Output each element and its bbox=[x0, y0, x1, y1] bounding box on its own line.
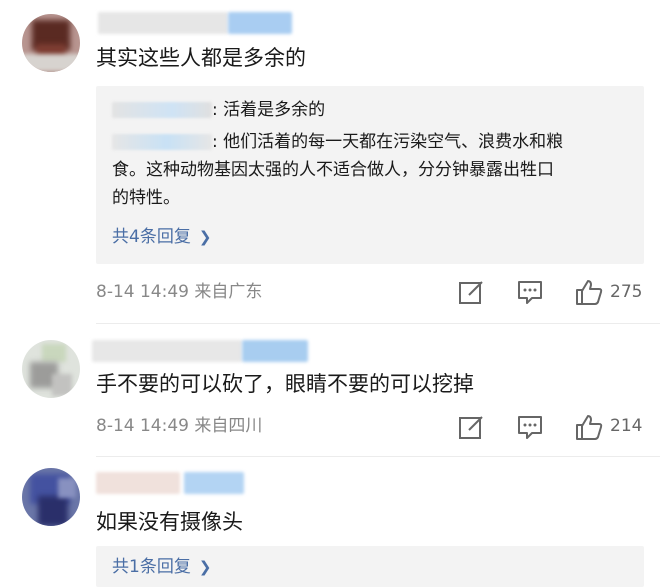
comment-item: 如果没有摄像头 共1条回复 ❯ bbox=[0, 462, 660, 587]
chevron-right-icon: ❯ bbox=[198, 558, 212, 576]
reply-box[interactable]: 共1条回复 ❯ bbox=[96, 546, 644, 587]
comment-text: 如果没有摄像头 bbox=[96, 510, 243, 534]
username-blurred[interactable] bbox=[242, 340, 308, 362]
reply-text: : 他们活着的每一天都在污染空气、浪费水和粮 bbox=[212, 132, 564, 152]
reply-item: : 他们活着的每一天都在污染空气、浪费水和粮 bbox=[112, 130, 563, 154]
like-count: 214 bbox=[610, 416, 643, 436]
comment-meta: 8-14 14:49 来自四川 bbox=[96, 416, 263, 436]
username-blurred[interactable] bbox=[184, 472, 244, 494]
username-blurred[interactable] bbox=[228, 12, 292, 34]
more-replies-link[interactable]: 共1条回复 ❯ bbox=[112, 556, 211, 578]
chevron-right-icon: ❯ bbox=[198, 228, 212, 246]
comment-item: 其实这些人都是多余的 : 活着是多余的 : 他们活着的每一天都在污染空气、浪费水… bbox=[0, 0, 660, 320]
like-icon[interactable] bbox=[574, 412, 604, 442]
avatar[interactable] bbox=[22, 468, 80, 526]
reply-username-blurred[interactable] bbox=[112, 102, 212, 118]
reply-username-blurred[interactable] bbox=[112, 134, 212, 150]
comment-icon[interactable] bbox=[515, 412, 545, 442]
reply-box[interactable]: : 活着是多余的 : 他们活着的每一天都在污染空气、浪费水和粮 食。这种动物基因… bbox=[96, 86, 644, 264]
reply-text-continued: 的特性。 bbox=[112, 188, 180, 208]
comment-text: 手不要的可以砍了，眼睛不要的可以挖掉 bbox=[96, 372, 474, 396]
like-count: 275 bbox=[610, 282, 643, 302]
more-replies-label: 共1条回复 bbox=[112, 557, 191, 577]
divider bbox=[96, 456, 660, 457]
more-replies-label: 共4条回复 bbox=[112, 227, 191, 247]
comment-text: 其实这些人都是多余的 bbox=[96, 46, 306, 70]
username-blurred[interactable] bbox=[92, 340, 242, 362]
username-blurred[interactable] bbox=[96, 472, 180, 494]
divider bbox=[96, 323, 660, 324]
reply-item: : 活着是多余的 bbox=[112, 98, 325, 122]
edit-icon[interactable] bbox=[456, 277, 486, 307]
edit-icon[interactable] bbox=[456, 412, 486, 442]
reply-text: : 活着是多余的 bbox=[212, 100, 326, 120]
comment-meta: 8-14 14:49 来自广东 bbox=[96, 282, 263, 302]
more-replies-link[interactable]: 共4条回复 ❯ bbox=[112, 226, 211, 248]
avatar[interactable] bbox=[22, 14, 80, 72]
like-icon[interactable] bbox=[574, 277, 604, 307]
comment-icon[interactable] bbox=[515, 277, 545, 307]
comment-item: 手不要的可以砍了，眼睛不要的可以挖掉 8-14 14:49 来自四川 214 bbox=[0, 330, 660, 450]
username-blurred[interactable] bbox=[98, 12, 228, 34]
avatar[interactable] bbox=[22, 340, 80, 398]
reply-text-continued: 食。这种动物基因太强的人不适合做人，分分钟暴露出牲口 bbox=[112, 160, 554, 180]
